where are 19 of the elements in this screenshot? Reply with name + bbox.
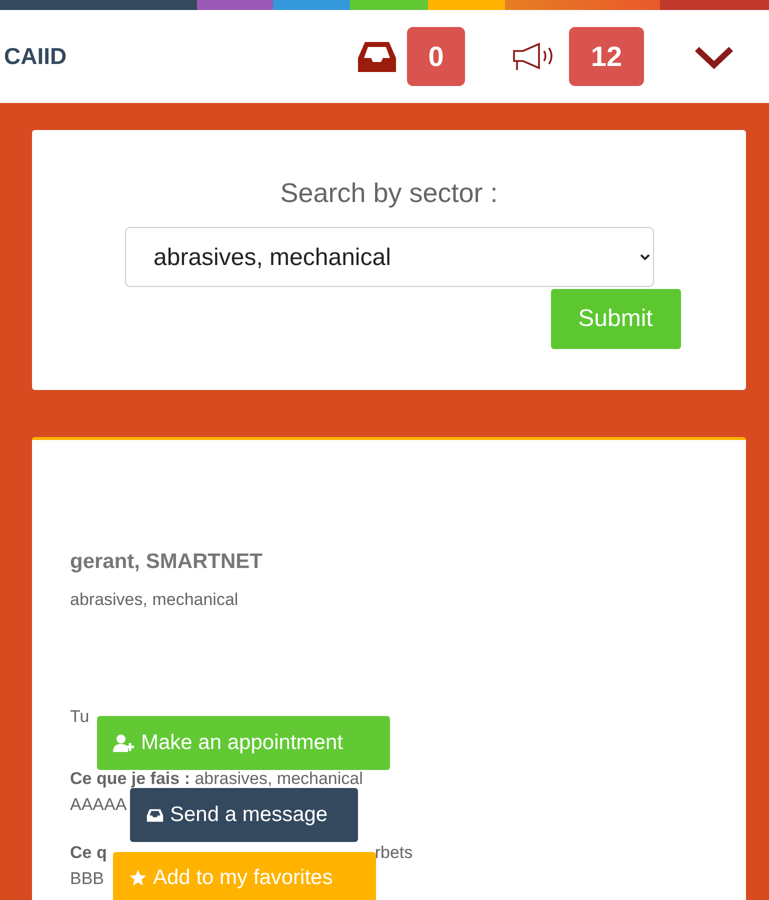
sector-select[interactable]: abrasives, mechanical	[124, 227, 654, 287]
country-text: Tu	[70, 706, 90, 728]
inbox-icon[interactable]	[357, 40, 397, 72]
wanted-text: rbets	[374, 842, 413, 864]
wanted-detail: BBB	[70, 868, 104, 890]
star-icon	[129, 869, 147, 887]
activity-text: Ce que je fais : abrasives, mechanical	[70, 768, 363, 790]
activity-detail: AAAAA	[70, 794, 127, 816]
inbox-icon	[146, 808, 164, 822]
message-button[interactable]: Send a message	[130, 788, 358, 842]
company-name: gerant, SMARTNET	[70, 550, 263, 574]
sector-text: abrasives, mechanical	[70, 590, 238, 610]
brand-name[interactable]: CAIID	[4, 43, 67, 70]
chevron-down-icon[interactable]	[694, 44, 734, 68]
search-label: Search by sector :	[280, 178, 498, 209]
wanted-label: Ce q	[70, 842, 107, 864]
notification-count-badge: 12	[569, 27, 644, 86]
inbox-count-badge: 0	[407, 27, 465, 86]
add-user-icon	[113, 734, 135, 752]
